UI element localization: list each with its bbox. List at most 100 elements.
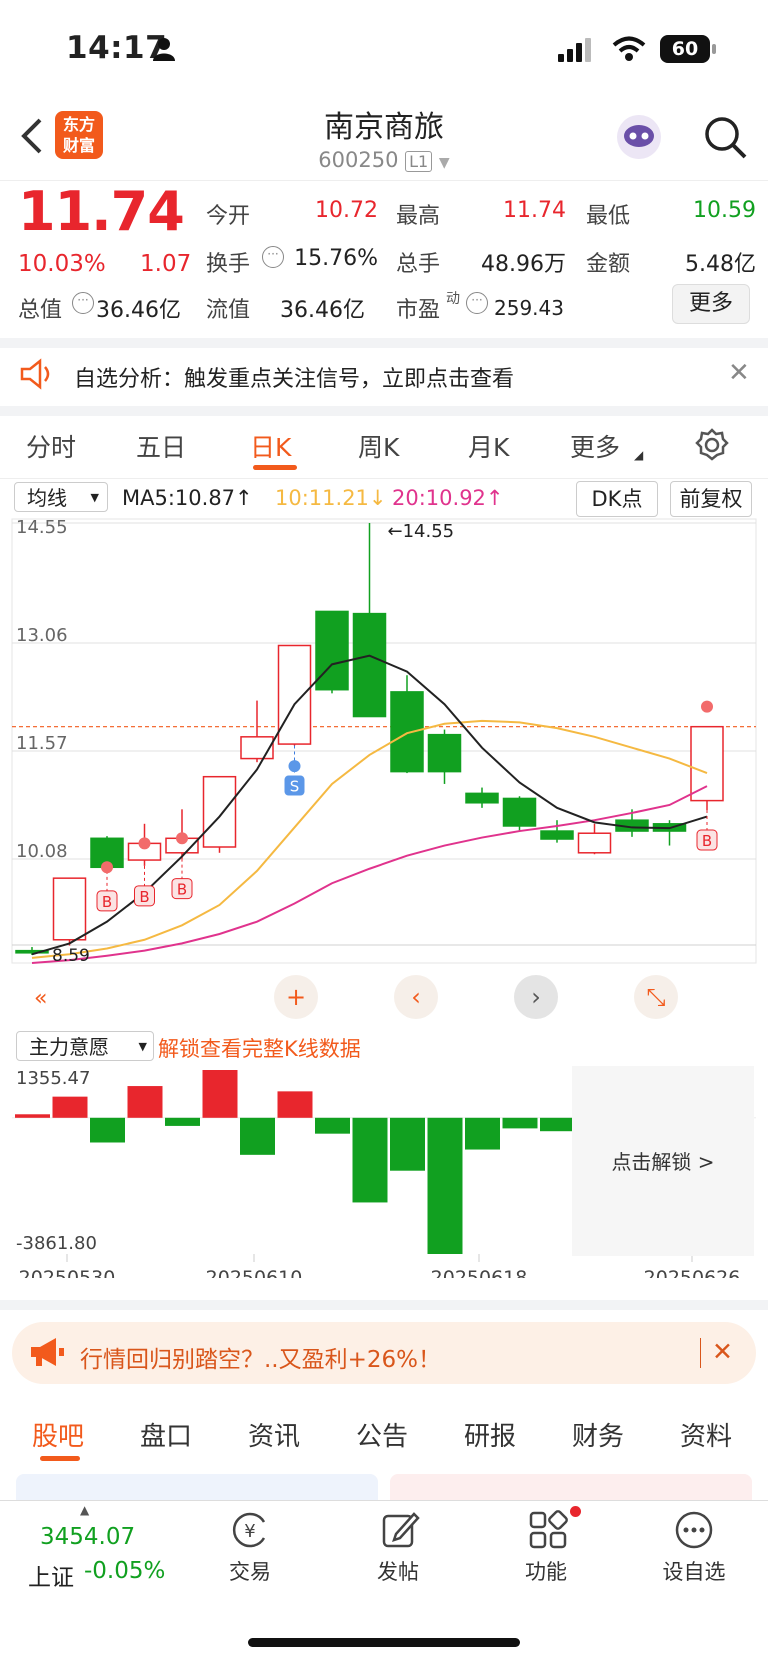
function-grid-icon[interactable] [528,1510,568,1550]
candle-body [202,775,237,848]
date-label: 20250626 [644,1267,741,1278]
post-edit-icon[interactable] [380,1510,420,1550]
scroll-left-icon: ‹ [411,983,421,1011]
speaker-icon [20,358,50,390]
level-badge: L1 [405,151,433,172]
candle-body [690,725,724,802]
amount-label: 金额 [586,252,631,277]
promo-text: 行情回归别踏空？..又盈利+26%！ [80,1347,442,1373]
info-icon[interactable]: ··· [466,292,488,314]
tab-pankou[interactable]: 盘口 [140,1416,192,1453]
person-icon [153,38,175,61]
low-value: 10.59 [693,198,756,223]
alert-text[interactable]: 自选分析：触发重点关注信号，立即点击查看 [74,361,514,393]
buy-signal-label: B [702,832,712,850]
unlock-overlay[interactable]: 点击解锁 > [572,1066,754,1256]
indicator-select[interactable]: 主力意愿 ▼ [16,1031,154,1061]
y-tick-label: 10.08 [16,841,68,862]
signal-dot [701,700,713,713]
battery-icon: 60 [660,35,710,63]
tab-daily-k[interactable]: 日K [250,428,291,464]
nav-function[interactable]: 功能 [496,1556,596,1586]
tab-guba[interactable]: 股吧 [32,1416,84,1453]
low-label: 最低 [586,204,631,229]
index-value[interactable]: 3454.07 [40,1524,135,1550]
flow-bar [427,1117,463,1254]
high-value: 11.74 [503,198,566,223]
dropdown-icon: ▼ [438,155,450,171]
flow-bar [540,1117,575,1132]
amount-value: 5.48亿 [685,252,756,277]
tab-more[interactable]: 更多 [570,428,620,464]
index-change: -0.05% [84,1558,166,1584]
index-name: 上证 [28,1565,74,1591]
buy-signal-label: B [139,888,149,906]
market-cap-value: 36.46亿 [96,298,181,323]
promo-close-icon[interactable]: ✕ [712,1337,733,1366]
trade-icon[interactable]: ¥ [230,1510,270,1550]
dk-point-button[interactable]: DK点 [576,481,658,517]
adjust-button[interactable]: 前复权 [670,481,752,517]
flow-bar [127,1086,163,1118]
chart-frame [11,518,757,964]
signal-icon [558,38,591,62]
nav-add-watchlist[interactable]: 设自选 [644,1556,744,1586]
scroll-right-icon: › [531,983,541,1011]
nav-post[interactable]: 发帖 [348,1556,448,1586]
promo-separator [700,1338,701,1368]
ma20-line [31,785,708,964]
unlock-kline-link[interactable]: 解锁查看完整K线数据 [158,1033,361,1063]
info-icon[interactable]: ··· [72,292,94,314]
candle-body [52,877,87,941]
high-price-marker: ←14.55 [388,521,455,542]
settings-gear-icon[interactable] [695,428,729,462]
tab-profile[interactable]: 资料 [680,1416,732,1453]
pe-label: 市盈 [396,298,441,323]
tab-weekly-k[interactable]: 周K [358,428,399,464]
tab-announcement[interactable]: 公告 [356,1416,408,1453]
tab-finance[interactable]: 财务 [572,1416,624,1453]
open-value: 10.72 [315,198,378,223]
date-label: 20250530 [19,1267,116,1278]
svg-text:¥: ¥ [244,1521,255,1542]
unlock-button[interactable]: 点击解锁 > [572,1146,754,1175]
ma-select-label: 均线 [27,486,67,510]
ma-select[interactable]: 均线 ▼ [14,482,108,512]
flow-bar [202,1070,238,1118]
collapse-left-icon: « [34,986,47,1011]
search-icon[interactable] [702,114,748,160]
flow-bar [90,1117,125,1143]
tab-research[interactable]: 研报 [464,1416,516,1453]
nav-trade[interactable]: 交易 [200,1556,300,1586]
ma20-label: 20:10.92↑ [392,486,504,510]
y-tick-label: 11.57 [16,733,68,754]
current-price: 11.74 [18,180,185,243]
kline-chart[interactable]: 14.55 13.06 11.57 10.08 ←14.55 8.59 B B B S B + ‹ › ⤡ « [0,515,768,1025]
pe-value: 259.43 [494,296,564,320]
flow-bar [315,1117,350,1134]
divider [0,406,768,416]
close-icon[interactable]: ✕ [728,358,750,388]
candle-body [277,644,312,745]
more-dots-icon[interactable] [674,1510,714,1550]
date-label: 20250618 [431,1267,528,1278]
tab-intraday[interactable]: 分时 [26,428,76,464]
tab-news[interactable]: 资讯 [248,1416,300,1453]
ma10-label: 10:11.21↓ [275,486,387,510]
flow-bar [465,1117,500,1150]
candle-body [390,691,424,773]
low-price-marker: 8.59 [52,946,90,966]
signal-dot [138,837,151,850]
index-expand-icon[interactable]: ▲ [80,1503,89,1517]
volume-label: 总手 [396,252,441,277]
pe-sup: 动 [446,291,460,307]
robot-assistant-icon[interactable] [614,112,664,162]
info-icon[interactable]: ··· [262,246,284,268]
signal-dot [101,861,113,874]
tab-five-day[interactable]: 五日 [136,428,186,464]
more-button[interactable]: 更多 [672,284,750,324]
battery-tip [712,44,716,54]
candle-body [240,736,274,760]
tab-monthly-k[interactable]: 月K [468,428,509,464]
tab-more-triangle: ◢ [634,448,644,462]
